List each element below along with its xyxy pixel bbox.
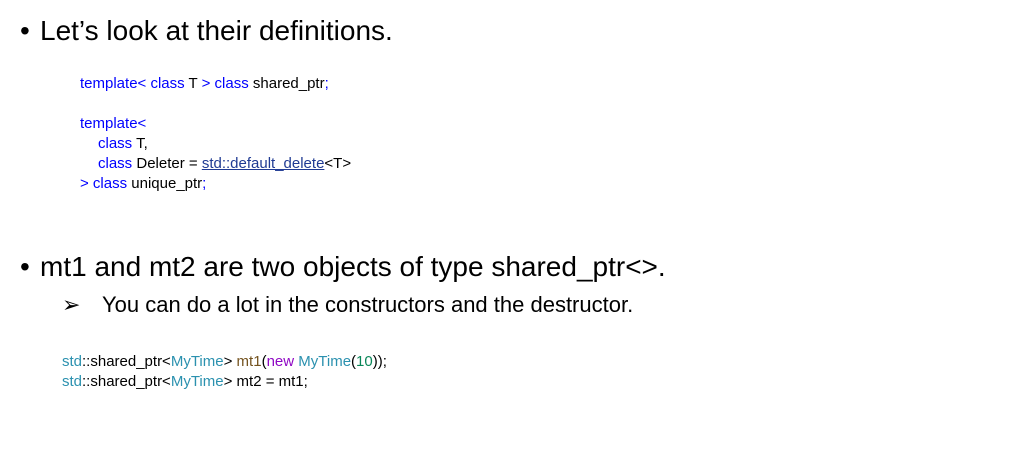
code-text: <T> [324,155,352,172]
code-text: ; [202,175,207,192]
bullet-mt-objects: • mt1 and mt2 are two objects of type sha… [20,250,666,284]
code-text: shared_ptr [248,75,325,92]
code-type: MyTime [298,353,352,370]
bullet-text: Let’s look at their definitions. [40,15,393,46]
sub-bullet-text: You can do a lot in the constructors and… [102,292,634,317]
code-unique-ptr-line-1: template< [80,114,146,134]
code-variable: mt1 [232,353,262,370]
code-unique-ptr-line-3: class Deleter = std::default_delete<T> [98,154,351,174]
code-keyword: class [98,155,133,172]
code-text: > mt2 = mt1; [223,373,308,390]
sub-bullet-constructors: ➢ You can do a lot in the constructors an… [62,291,633,319]
code-keyword: class [146,75,185,92]
bullet-text: mt1 and mt2 are two objects of type shar… [40,251,666,282]
code-keyword: new [266,353,295,370]
code-keyword: > class [201,75,249,92]
arrow-bullet-icon: ➢ [62,292,81,317]
code-text: ::shared_ptr< [82,373,171,390]
code-unique-ptr-line-2: class T, [98,134,148,154]
code-keyword: template< [80,115,147,132]
code-type: MyTime [170,353,224,370]
code-namespace: std [62,353,83,370]
code-type: MyTime [170,373,224,390]
code-text: Deleter = [132,155,202,172]
bullet-dot-icon: • [20,15,30,46]
default-delete-link[interactable]: std::default_delete [202,155,325,172]
code-text: T [184,75,202,92]
code-text: T, [132,135,148,152]
code-text: unique_ptr [127,175,203,192]
code-keyword: > class [80,175,128,192]
code-example-line-2: std::shared_ptr<MyTime> mt2 = mt1; [62,372,308,392]
code-unique-ptr-line-4: > class unique_ptr; [80,174,206,194]
code-text: ::shared_ptr< [82,353,171,370]
code-text: ; [324,75,329,92]
code-example-line-1: std::shared_ptr<MyTime> mt1(new MyTime(1… [62,352,387,372]
code-shared-ptr-declaration: template< class T > class shared_ptr; [80,74,329,94]
code-keyword: class [98,135,133,152]
code-keyword: template< [80,75,147,92]
code-namespace: std [62,373,83,390]
bullet-definitions: • Let’s look at their definitions. [20,14,393,48]
code-text: )); [372,353,387,370]
bullet-dot-icon: • [20,251,30,282]
code-number: 10 [356,353,373,370]
